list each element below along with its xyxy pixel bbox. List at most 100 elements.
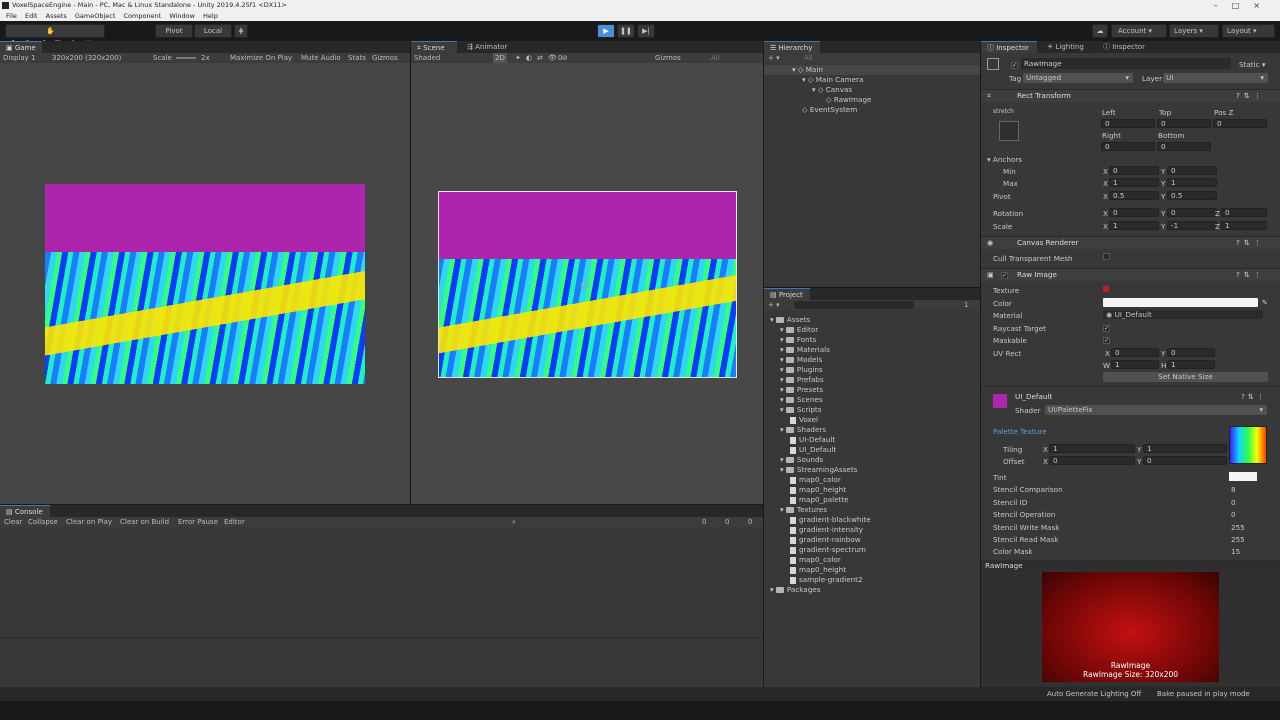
pivot-x[interactable]: 0.5 bbox=[1109, 191, 1159, 200]
clear-button[interactable]: Clear bbox=[4, 517, 22, 527]
project-item[interactable]: map0_color bbox=[790, 475, 841, 485]
grid-snap-button[interactable]: ⋕ bbox=[234, 24, 248, 38]
scene-search[interactable]: All bbox=[711, 53, 720, 63]
anchor-min-y[interactable]: 0 bbox=[1167, 166, 1217, 175]
set-native-size-button[interactable]: Set Native Size bbox=[1103, 372, 1268, 382]
left-field[interactable]: 0 bbox=[1101, 119, 1155, 128]
top-field[interactable]: 0 bbox=[1157, 119, 1211, 128]
project-item[interactable]: map0_palette bbox=[790, 495, 849, 505]
project-item[interactable]: ▾ Shaders bbox=[780, 425, 826, 435]
shader-dropdown[interactable]: UI/PaletteFix ▾ bbox=[1045, 405, 1267, 415]
uv-y[interactable]: 0 bbox=[1167, 348, 1215, 357]
tint-swatch[interactable] bbox=[1229, 472, 1257, 481]
tab-hierarchy[interactable]: ☰ Hierarchy bbox=[764, 41, 820, 53]
menu-edit[interactable]: Edit bbox=[25, 12, 38, 20]
project-item[interactable]: gradient-intensity bbox=[790, 525, 863, 535]
preview-header[interactable] bbox=[981, 560, 1280, 572]
play-button[interactable]: ▶ bbox=[597, 24, 615, 38]
lighting-status[interactable]: Auto Generate Lighting Off bbox=[1047, 687, 1141, 701]
anchor-min-x[interactable]: 0 bbox=[1109, 166, 1159, 175]
uv-x[interactable]: 0 bbox=[1111, 348, 1159, 357]
project-search-input[interactable] bbox=[794, 301, 914, 309]
scale-x[interactable]: 1 bbox=[1109, 221, 1159, 230]
material-menu-icon[interactable]: ?⇅⋮ bbox=[1241, 392, 1267, 401]
pivot-handle[interactable] bbox=[581, 281, 589, 289]
project-item[interactable]: ▾ Scripts bbox=[780, 405, 822, 415]
eyedropper-icon[interactable]: ✎ bbox=[1262, 298, 1268, 307]
maskable-checkbox[interactable]: ✓ bbox=[1103, 335, 1110, 344]
project-item[interactable]: UI_Default bbox=[790, 445, 836, 455]
project-item[interactable]: gradient-rainbow bbox=[790, 535, 861, 545]
offset-x[interactable]: 0 bbox=[1049, 456, 1135, 465]
scale-slider[interactable] bbox=[176, 57, 196, 59]
game-viewport[interactable] bbox=[0, 63, 410, 504]
project-item[interactable]: gradient-blackwhite bbox=[790, 515, 871, 525]
rotation-y[interactable]: 0 bbox=[1167, 208, 1217, 217]
raw-image-menu-icon[interactable]: ?⇅⋮ bbox=[1236, 270, 1265, 279]
hierarchy-item-canvas[interactable]: ▾ ◇ Canvas bbox=[812, 85, 852, 95]
clear-on-play-toggle[interactable]: Clear on Play bbox=[66, 517, 112, 527]
stencil-comp-value[interactable]: 8 bbox=[1231, 485, 1236, 494]
project-item[interactable]: ▾ Prefabs bbox=[780, 375, 824, 385]
tiling-y[interactable]: 1 bbox=[1143, 444, 1227, 453]
collapse-toggle[interactable]: Collapse bbox=[28, 517, 58, 527]
uv-w[interactable]: 1 bbox=[1111, 360, 1159, 369]
2d-toggle[interactable]: 2D bbox=[493, 53, 507, 63]
hierarchy-search[interactable]: All bbox=[804, 53, 813, 63]
tab-console[interactable]: ▤ Console bbox=[0, 505, 50, 517]
offset-y[interactable]: 0 bbox=[1143, 456, 1227, 465]
error-pause-toggle[interactable]: Error Pause bbox=[178, 517, 218, 527]
cloud-icon[interactable]: ☁ bbox=[1092, 24, 1108, 38]
hierarchy-item-rawimage[interactable]: ◇ RawImage bbox=[826, 95, 871, 105]
tag-dropdown[interactable]: Untagged ▾ bbox=[1023, 73, 1133, 83]
search-icon[interactable]: ⌕ bbox=[512, 517, 516, 527]
transform-tools[interactable]: ✋✥⟳⤢▣⊕✕ bbox=[5, 24, 105, 47]
project-item[interactable]: UI-Default bbox=[790, 435, 835, 445]
rotation-z[interactable]: 0 bbox=[1221, 208, 1267, 217]
tab-inspector-2[interactable]: ⓘ Inspector bbox=[1097, 41, 1153, 53]
menu-help[interactable]: Help bbox=[203, 12, 218, 20]
texture-field[interactable] bbox=[1103, 285, 1263, 294]
palette-texture-thumb[interactable] bbox=[1229, 426, 1267, 464]
project-item[interactable]: ▾ Editor bbox=[780, 325, 818, 335]
tab-inspector[interactable]: ⓘ Inspector bbox=[981, 41, 1037, 53]
pivot-y[interactable]: 0.5 bbox=[1167, 191, 1217, 200]
uv-h[interactable]: 1 bbox=[1167, 360, 1215, 369]
scene-tools[interactable]: ✦◐⇄👁⊘ bbox=[515, 53, 573, 63]
anchor-preset-button[interactable] bbox=[999, 121, 1019, 141]
canvas-renderer-menu-icon[interactable]: ?⇅⋮ bbox=[1236, 238, 1265, 247]
menu-file[interactable]: File bbox=[6, 12, 17, 20]
right-field[interactable]: 0 bbox=[1101, 142, 1155, 151]
layer-dropdown[interactable]: UI ▾ bbox=[1163, 73, 1268, 83]
project-item[interactable]: map0_height bbox=[790, 485, 846, 495]
project-item[interactable]: map0_color bbox=[790, 555, 841, 565]
scene-gizmos-dropdown[interactable]: Gizmos bbox=[655, 53, 681, 63]
raycast-checkbox[interactable]: ✓ bbox=[1103, 323, 1110, 332]
display-dropdown[interactable]: Display 1 bbox=[3, 53, 35, 63]
stencil-id-value[interactable]: 0 bbox=[1231, 498, 1236, 507]
project-item[interactable]: ▾ Scenes bbox=[780, 395, 823, 405]
stats-toggle[interactable]: Stats bbox=[348, 53, 366, 63]
project-item[interactable]: map0_height bbox=[790, 565, 846, 575]
error-count[interactable]: 0 bbox=[748, 517, 752, 527]
stencil-write-value[interactable]: 255 bbox=[1231, 523, 1245, 532]
project-item[interactable]: ▾ Presets bbox=[780, 385, 823, 395]
anchors-foldout[interactable]: ▾ Anchors bbox=[987, 155, 1022, 164]
project-item[interactable]: sample-gradient2 bbox=[790, 575, 863, 585]
tab-lighting[interactable]: ☀ Lighting bbox=[1041, 41, 1097, 53]
anchor-max-x[interactable]: 1 bbox=[1109, 178, 1159, 187]
tiling-x[interactable]: 1 bbox=[1049, 444, 1135, 453]
project-create-button[interactable]: + ▾ bbox=[768, 300, 780, 310]
tab-project[interactable]: ▤ Project bbox=[764, 288, 810, 300]
menu-window[interactable]: Window bbox=[169, 12, 195, 20]
pivot-toggle[interactable]: Pivot bbox=[155, 24, 193, 38]
log-count[interactable]: 0 bbox=[702, 517, 706, 527]
window-controls[interactable]: –□× bbox=[1214, 0, 1274, 11]
project-item[interactable]: ▾ Packages bbox=[770, 585, 820, 595]
project-item[interactable]: Voxel bbox=[790, 415, 818, 425]
project-item[interactable]: ▾ StreamingAssets bbox=[780, 465, 857, 475]
editor-dropdown[interactable]: Editor bbox=[224, 517, 245, 527]
project-item[interactable]: ▾ Sounds bbox=[780, 455, 823, 465]
project-item[interactable]: ▾ Materials bbox=[780, 345, 830, 355]
scale-y[interactable]: -1 bbox=[1167, 221, 1217, 230]
